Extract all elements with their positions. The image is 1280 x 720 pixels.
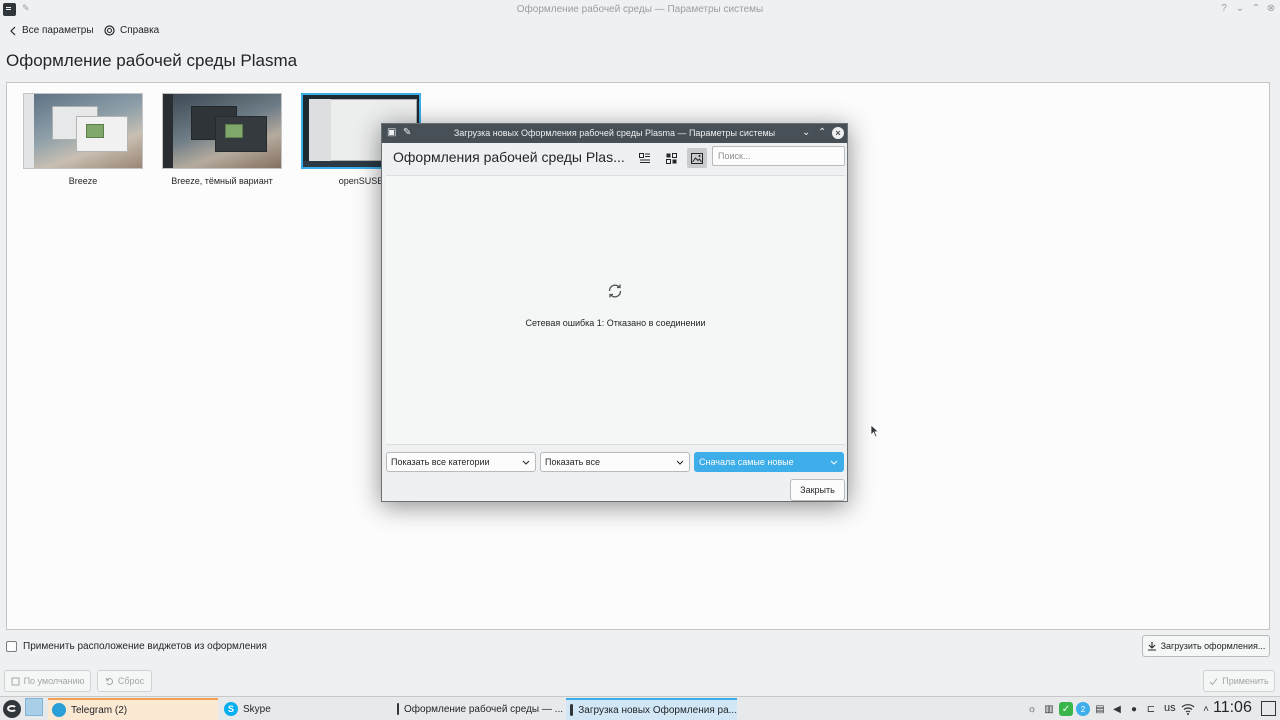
- dialog-close-icon[interactable]: ×: [832, 127, 844, 139]
- theme-thumbnail: [162, 93, 282, 169]
- download-themes-label: Загрузить оформления...: [1160, 641, 1266, 651]
- toolbar: Все параметры Справка: [0, 22, 1280, 42]
- apply-label: Применить: [1222, 676, 1269, 686]
- theme-label: Breeze, тёмный вариант: [171, 176, 273, 186]
- updates-check-icon[interactable]: ✓: [1059, 702, 1073, 716]
- theme-card-breeze[interactable]: Breeze: [23, 93, 143, 186]
- page-title: Оформление рабочей среды Plasma: [6, 51, 298, 70]
- volume-icon[interactable]: ◀: [1110, 702, 1124, 716]
- weather-sun-icon[interactable]: ☼: [1025, 702, 1039, 716]
- telegram-icon: [52, 703, 66, 717]
- lifebuoy-icon: [104, 25, 115, 36]
- task-system-settings[interactable]: Оформление рабочей среды — ...: [393, 698, 563, 720]
- category-combo-value: Показать все категории: [391, 457, 490, 467]
- search-input[interactable]: [712, 146, 845, 166]
- window-titlebar[interactable]: ✎ Оформление рабочей среды — Параметры с…: [0, 0, 1280, 20]
- help-label: Справка: [120, 25, 160, 36]
- dialog-header: Оформления рабочей среды Plas...: [382, 144, 847, 172]
- task-label: Telegram (2): [71, 704, 128, 716]
- chevron-up-icon[interactable]: ˄: [1199, 702, 1213, 716]
- window-title: Оформление рабочей среды — Параметры сис…: [516, 4, 764, 15]
- terminal-app-icon: [570, 704, 574, 716]
- apply-button[interactable]: Применить: [1203, 670, 1275, 692]
- refresh-icon: [606, 282, 624, 303]
- help-icon[interactable]: ?: [1218, 3, 1230, 14]
- checkmark-icon: [1209, 677, 1218, 685]
- defaults-icon: [11, 677, 20, 685]
- theme-card-breeze-dark[interactable]: Breeze, тёмный вариант: [162, 93, 282, 186]
- apply-layout-checkbox[interactable]: [6, 641, 17, 652]
- content-list: Сетевая ошибка 1: Отказано в соединении: [386, 175, 845, 445]
- dialog-title: Загрузка новых Оформления рабочей среды …: [453, 128, 776, 138]
- maximize-icon[interactable]: ⌃: [1250, 3, 1262, 14]
- dialog-close-button[interactable]: Закрыть: [790, 479, 845, 501]
- chevron-down-icon: [676, 460, 684, 465]
- task-label: Skype: [243, 703, 271, 715]
- chevron-left-icon: [10, 26, 16, 35]
- pager-icon[interactable]: [25, 698, 43, 716]
- application-launcher-icon[interactable]: [3, 700, 21, 718]
- show-desktop-icon[interactable]: [1261, 701, 1276, 716]
- download-themes-button[interactable]: Загрузить оформления...: [1142, 635, 1270, 657]
- microphone-icon[interactable]: ●: [1127, 702, 1141, 716]
- theme-label: Breeze: [68, 176, 98, 186]
- preview-view-icon[interactable]: [687, 148, 707, 168]
- category-combo[interactable]: Показать все категории: [386, 452, 536, 472]
- task-telegram[interactable]: Telegram (2): [48, 698, 218, 720]
- minimize-icon[interactable]: ⌄: [802, 127, 810, 138]
- footer-buttons: По умолчанию Сброс Применить: [0, 669, 1280, 693]
- apply-layout-label: Применить расположение виджетов из оформ…: [23, 641, 267, 652]
- undo-icon: [105, 677, 113, 685]
- task-label: Загрузка новых Оформления ра...: [578, 704, 737, 716]
- chevron-down-icon: [522, 460, 530, 465]
- skype-icon: S: [224, 702, 238, 716]
- clock[interactable]: 11:06: [1213, 699, 1252, 717]
- tiles-view-icon[interactable]: [661, 148, 681, 168]
- sort-combo[interactable]: Сначала самые новые: [694, 452, 844, 472]
- notifications-badge[interactable]: 2: [1076, 702, 1090, 716]
- theme-thumbnail: [23, 93, 143, 169]
- help-button[interactable]: Справка: [104, 25, 159, 36]
- all-settings-button[interactable]: Все параметры: [9, 25, 94, 36]
- network-error-message: Сетевая ошибка 1: Отказано в соединении: [525, 318, 706, 328]
- keyboard-layout[interactable]: us: [1164, 702, 1176, 714]
- devices-icon[interactable]: ▥: [1042, 702, 1056, 716]
- dialog-header-title: Оформления рабочей среды Plas...: [393, 149, 625, 165]
- reset-button[interactable]: Сброс: [97, 670, 152, 692]
- taskbar: Telegram (2) S Skype Оформление рабочей …: [0, 696, 1280, 720]
- terminal-app-icon: [397, 703, 399, 715]
- defaults-label: По умолчанию: [23, 676, 85, 686]
- task-download-dialog[interactable]: Загрузка новых Оформления ра...: [566, 698, 737, 720]
- defaults-button[interactable]: По умолчанию: [4, 670, 91, 692]
- task-label: Оформление рабочей среды — ...: [404, 703, 563, 715]
- clipboard-icon[interactable]: ▤: [1093, 702, 1107, 716]
- apply-layout-option[interactable]: Применить расположение виджетов из оформ…: [6, 641, 267, 652]
- dialog-titlebar[interactable]: ▣ ✎ Загрузка новых Оформления рабочей ср…: [382, 124, 847, 143]
- mouse-cursor-icon: [870, 424, 880, 438]
- sort-combo-value: Сначала самые новые: [699, 457, 794, 467]
- get-new-stuff-dialog: ▣ ✎ Загрузка новых Оформления рабочей ср…: [381, 123, 848, 502]
- filter-combo[interactable]: Показать все: [540, 452, 690, 472]
- reset-label: Сброс: [117, 676, 145, 686]
- filter-combo-value: Показать все: [545, 457, 600, 467]
- task-skype[interactable]: S Skype: [220, 698, 390, 720]
- details-view-icon[interactable]: [635, 148, 655, 168]
- download-icon: [1147, 642, 1156, 651]
- wifi-icon[interactable]: [1181, 702, 1195, 716]
- close-icon[interactable]: ⊗: [1265, 3, 1277, 14]
- bottom-options: Применить расположение виджетов из оформ…: [0, 634, 1280, 660]
- all-settings-label: Все параметры: [22, 25, 94, 36]
- maximize-icon[interactable]: ⌃: [818, 127, 826, 138]
- chevron-down-icon: [830, 460, 838, 465]
- usb-drive-icon[interactable]: ⊏: [1144, 702, 1158, 716]
- minimize-icon[interactable]: ⌄: [1234, 3, 1246, 14]
